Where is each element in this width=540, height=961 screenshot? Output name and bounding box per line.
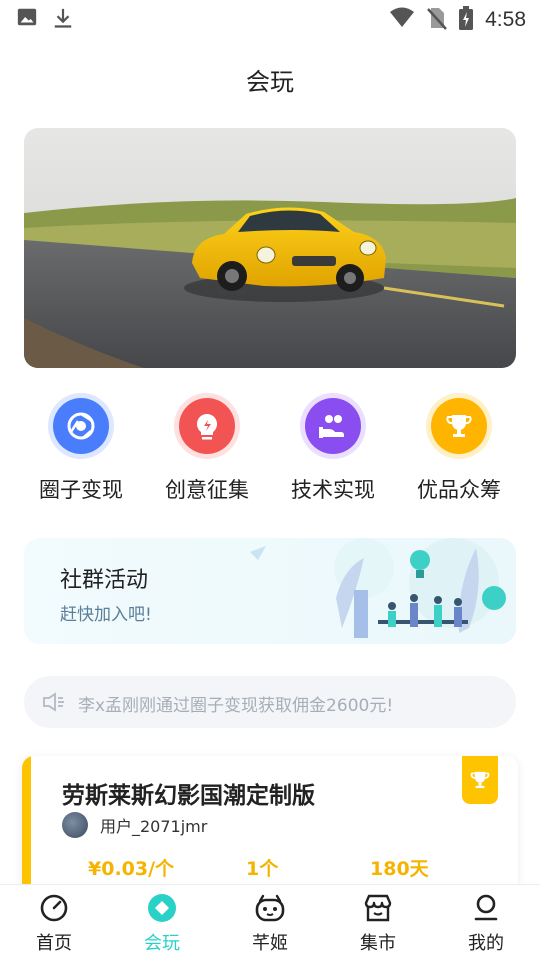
car-photo [24, 128, 516, 368]
download-icon [52, 6, 74, 34]
wifi-icon [389, 7, 415, 33]
avatar [62, 812, 88, 838]
speaker-icon [42, 692, 66, 716]
community-activity-card[interactable]: 社群活动 赶快加入吧! [24, 538, 516, 644]
person-icon [432, 891, 540, 925]
clock-time: 4:58 [485, 8, 526, 31]
battery-charging-icon [459, 6, 474, 34]
feature-label: 创意征集 [165, 478, 249, 502]
project-count: 1个 [246, 858, 279, 880]
tab-label: 芊姬 [252, 933, 288, 954]
tab-label: 我的 [468, 933, 504, 954]
banner-image[interactable] [24, 128, 516, 368]
compass-icon [0, 891, 108, 925]
project-card[interactable]: 劳斯莱斯幻影国潮定制版 用户_2071jmr ¥0.03/个 1个 180天 [22, 756, 518, 896]
author-name: 用户_2071jmr [100, 817, 208, 836]
feature-crowdfunding[interactable]: 优品众筹 [394, 398, 524, 504]
diamond-icon [108, 891, 216, 925]
feature-label: 圈子变现 [39, 478, 123, 502]
community-title: 社群活动 [60, 568, 149, 593]
project-days: 180天 [370, 858, 429, 880]
page-title: 会玩 [246, 68, 294, 96]
hand-people-icon [305, 398, 361, 454]
trophy-badge-icon [462, 756, 498, 804]
tab-play[interactable]: 会玩 [108, 891, 216, 955]
feature-circle-monetize[interactable]: 圈子变现 [16, 398, 146, 504]
trophy-icon [431, 398, 487, 454]
tab-qianji[interactable]: 芊姬 [216, 891, 324, 955]
status-bar: 4:58 [0, 0, 540, 38]
project-title: 劳斯莱斯幻影国潮定制版 [62, 783, 315, 809]
bottom-tab-bar: 首页 会玩 芊姬 集市 我的 [0, 884, 540, 961]
robot-face-icon [216, 891, 324, 925]
tab-label: 集市 [360, 933, 396, 954]
team-illustration [250, 538, 506, 638]
card-accent-stripe [22, 756, 31, 896]
store-icon [324, 891, 432, 925]
feature-grid: 圈子变现 创意征集 技术实现 优品众筹 [0, 398, 540, 508]
feature-label: 优品众筹 [417, 478, 501, 502]
lightbulb-icon [179, 398, 235, 454]
no-sim-icon [427, 6, 448, 34]
chrome-icon [53, 398, 109, 454]
tab-mine[interactable]: 我的 [432, 891, 540, 955]
project-author: 用户_2071jmr [62, 812, 207, 838]
project-price: ¥0.03/个 [88, 858, 175, 880]
tab-market[interactable]: 集市 [324, 891, 432, 955]
tab-home[interactable]: 首页 [0, 891, 108, 955]
community-subtitle: 赶快加入吧! [60, 605, 152, 625]
announcement-bar[interactable]: 李x孟刚刚通过圈子变现获取佣金2600元! [24, 676, 516, 728]
tab-label: 首页 [36, 933, 72, 954]
feature-tech-implementation[interactable]: 技术实现 [268, 398, 398, 504]
image-icon [16, 6, 38, 34]
tab-label: 会玩 [144, 933, 180, 954]
feature-idea-collection[interactable]: 创意征集 [142, 398, 272, 504]
announcement-text: 李x孟刚刚通过圈子变现获取佣金2600元! [78, 696, 394, 716]
feature-label: 技术实现 [291, 478, 375, 502]
